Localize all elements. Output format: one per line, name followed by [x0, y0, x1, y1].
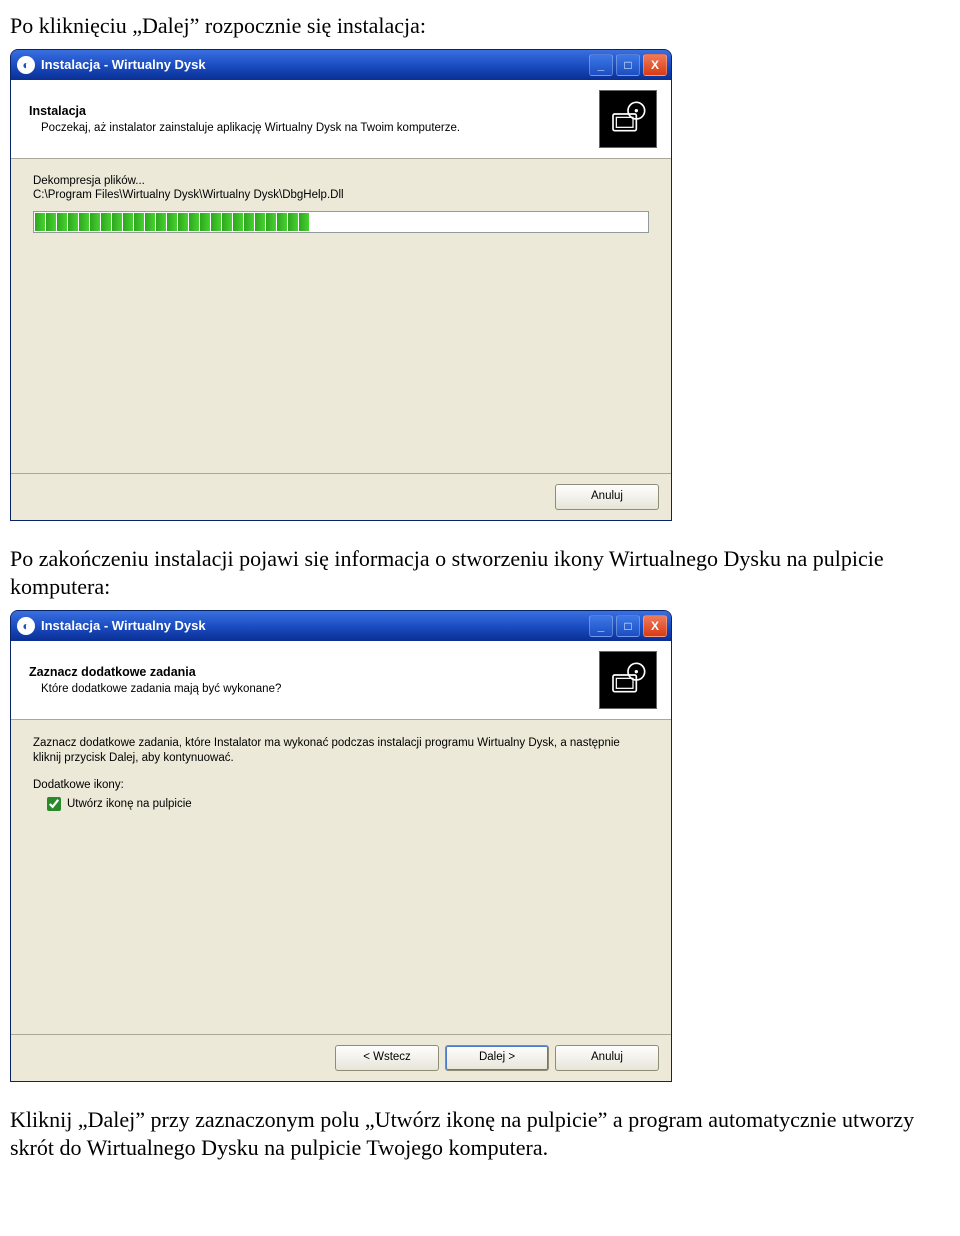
- wizard-body: Dekompresja plików... C:\Program Files\W…: [11, 159, 671, 473]
- wizard-footer: < Wstecz Dalej > Anuluj: [11, 1034, 671, 1081]
- maximize-button[interactable]: □: [616, 54, 640, 76]
- close-button[interactable]: X: [643, 615, 667, 637]
- progress-segment: [90, 213, 100, 231]
- close-button[interactable]: X: [643, 54, 667, 76]
- installer-window-progress: ◐ Instalacja - Wirtualny Dysk _ □ X Inst…: [10, 49, 672, 521]
- tasks-group-label: Dodatkowe ikony:: [33, 779, 649, 791]
- progress-segment: [35, 213, 45, 231]
- progress-segment: [244, 213, 254, 231]
- installer-window-tasks: ◐ Instalacja - Wirtualny Dysk _ □ X Zazn…: [10, 610, 672, 1082]
- back-button[interactable]: < Wstecz: [335, 1045, 439, 1071]
- computer-disc-icon: [599, 90, 657, 148]
- progress-segment: [277, 213, 287, 231]
- progress-segment: [233, 213, 243, 231]
- wizard-subtitle: Które dodatkowe zadania mają być wykonan…: [29, 683, 599, 695]
- progress-segment: [79, 213, 89, 231]
- progress-segment: [57, 213, 67, 231]
- wizard-title: Zaznacz dodatkowe zadania: [29, 665, 599, 679]
- computer-disc-icon: [599, 651, 657, 709]
- minimize-button[interactable]: _: [589, 54, 613, 76]
- wizard-body: Zaznacz dodatkowe zadania, które Instala…: [11, 720, 671, 1034]
- app-icon: ◐: [17, 617, 35, 635]
- progress-segment: [266, 213, 276, 231]
- paragraph-intro-2: Po zakończeniu instalacji pojawi się inf…: [10, 545, 950, 602]
- create-desktop-icon-row[interactable]: Utwórz ikonę na pulpicie: [47, 797, 649, 811]
- progress-bar: [33, 211, 649, 233]
- window-title: Instalacja - Wirtualny Dysk: [41, 618, 589, 633]
- create-desktop-icon-label: Utwórz ikonę na pulpicie: [67, 798, 192, 810]
- progress-segment: [189, 213, 199, 231]
- progress-segment: [178, 213, 188, 231]
- wizard-footer: Anuluj: [11, 473, 671, 520]
- cancel-button[interactable]: Anuluj: [555, 484, 659, 510]
- status-line-1: Dekompresja plików...: [33, 175, 649, 187]
- wizard-subtitle: Poczekaj, aż instalator zainstaluje apli…: [29, 122, 599, 134]
- progress-segment: [167, 213, 177, 231]
- cancel-button[interactable]: Anuluj: [555, 1045, 659, 1071]
- progress-segment: [200, 213, 210, 231]
- create-desktop-icon-checkbox[interactable]: [47, 797, 61, 811]
- progress-segment: [46, 213, 56, 231]
- title-bar[interactable]: ◐ Instalacja - Wirtualny Dysk _ □ X: [11, 50, 671, 80]
- progress-segment: [112, 213, 122, 231]
- progress-segment: [68, 213, 78, 231]
- progress-segment: [299, 213, 309, 231]
- progress-segment: [211, 213, 221, 231]
- progress-segment: [288, 213, 298, 231]
- progress-segment: [101, 213, 111, 231]
- progress-segment: [255, 213, 265, 231]
- progress-segment: [134, 213, 144, 231]
- progress-segment: [156, 213, 166, 231]
- progress-segment: [222, 213, 232, 231]
- paragraph-intro-1: Po kliknięciu „Dalej” rozpocznie się ins…: [10, 12, 950, 41]
- wizard-header: Instalacja Poczekaj, aż instalator zains…: [11, 80, 671, 159]
- progress-segment: [145, 213, 155, 231]
- status-line-2: C:\Program Files\Wirtualny Dysk\Wirtualn…: [33, 189, 649, 201]
- tasks-intro-text: Zaznacz dodatkowe zadania, które Instala…: [33, 736, 649, 767]
- next-button[interactable]: Dalej >: [445, 1045, 549, 1071]
- wizard-title: Instalacja: [29, 104, 599, 118]
- minimize-button[interactable]: _: [589, 615, 613, 637]
- app-icon: ◐: [17, 56, 35, 74]
- progress-segment: [123, 213, 133, 231]
- window-title: Instalacja - Wirtualny Dysk: [41, 57, 589, 72]
- title-bar[interactable]: ◐ Instalacja - Wirtualny Dysk _ □ X: [11, 611, 671, 641]
- maximize-button[interactable]: □: [616, 615, 640, 637]
- paragraph-intro-3: Kliknij „Dalej” przy zaznaczonym polu „U…: [10, 1106, 950, 1163]
- wizard-header: Zaznacz dodatkowe zadania Które dodatkow…: [11, 641, 671, 720]
